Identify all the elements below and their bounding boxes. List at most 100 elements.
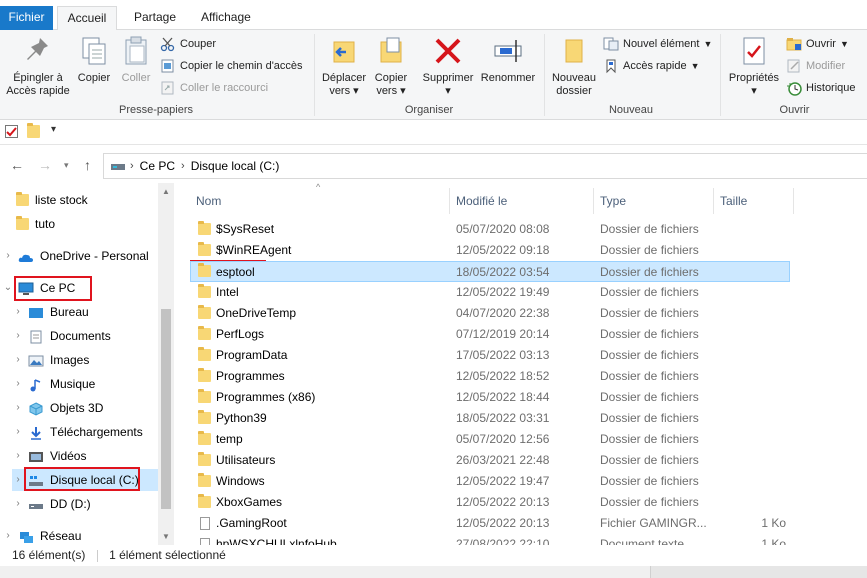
nav-item-liste-stock[interactable]: liste stock — [16, 189, 88, 211]
horizontal-scrollbar[interactable] — [0, 566, 867, 578]
text-file-icon — [200, 538, 210, 545]
up-arrow-icon[interactable]: ↑ — [84, 157, 91, 173]
file-row[interactable]: ProgramData 17/05/2022 03:13 Dossier de … — [190, 345, 790, 366]
chevron-right-icon[interactable]: › — [12, 325, 24, 347]
file-row[interactable]: $SysReset 05/07/2020 08:08 Dossier de fi… — [190, 219, 790, 240]
nav-item-dd-d[interactable]: › DD (D:) — [12, 493, 90, 515]
nav-item-bureau[interactable]: › Bureau — [12, 301, 88, 323]
file-row[interactable]: Programmes (x86) 12/05/2022 18:44 Dossie… — [190, 387, 790, 408]
open-group-label: Ouvrir — [779, 104, 810, 116]
edit-button[interactable]: Modifier — [786, 56, 845, 76]
file-row[interactable]: XboxGames 12/05/2022 20:13 Dossier de fi… — [190, 492, 790, 513]
file-row[interactable]: Utilisateurs 26/03/2021 22:48 Dossier de… — [190, 450, 790, 471]
nav-item-documents[interactable]: › Documents — [12, 325, 111, 347]
tab-share[interactable]: Partage — [124, 6, 186, 30]
column-header-size[interactable]: Taille — [714, 188, 794, 214]
folder-icon — [198, 494, 211, 508]
chevron-right-icon[interactable]: › — [12, 349, 24, 371]
rename-button[interactable]: Renommer — [478, 32, 538, 85]
file-row[interactable]: PerfLogs 07/12/2019 20:14 Dossier de fic… — [190, 324, 790, 345]
cut-button[interactable]: Couper — [160, 34, 216, 54]
chevron-right-icon[interactable]: › — [2, 245, 14, 267]
copy-path-button[interactable]: Copier le chemin d'accès — [160, 56, 303, 76]
delete-button[interactable]: Supprimer ▾ — [418, 32, 478, 98]
chevron-down-icon: ▾ — [353, 85, 359, 97]
history-button[interactable]: Historique — [786, 78, 856, 98]
nav-item-videos[interactable]: › Vidéos — [12, 445, 86, 467]
recent-locations-chevron-icon[interactable]: ▾ — [64, 160, 69, 171]
nav-label: liste stock — [35, 193, 88, 207]
chevron-right-icon[interactable]: › — [12, 469, 24, 491]
chevron-right-icon[interactable]: › — [12, 421, 24, 443]
open-button[interactable]: Ouvrir ▼ — [786, 34, 849, 54]
file-date: 18/05/2022 03:54 — [456, 265, 550, 279]
file-row[interactable]: Windows 12/05/2022 19:47 Dossier de fich… — [190, 471, 790, 492]
copy-to-button[interactable]: Copier vers ▾ — [370, 32, 412, 98]
back-arrow-icon[interactable]: ← — [10, 157, 24, 173]
status-separator — [96, 549, 98, 562]
file-size: 1 Ko — [761, 516, 786, 530]
chevron-down-icon[interactable]: ⌄ — [2, 277, 14, 299]
column-header-type[interactable]: Type — [594, 188, 714, 214]
chevron-down-icon: ▼ — [839, 39, 849, 49]
forward-arrow-icon[interactable]: → — [38, 157, 52, 173]
folder-icon — [198, 221, 211, 235]
file-name: temp — [216, 432, 243, 446]
chevron-right-icon[interactable]: › — [12, 493, 24, 515]
file-row[interactable]: Programmes 12/05/2022 18:52 Dossier de f… — [190, 366, 790, 387]
nav-item-telechargements[interactable]: › Téléchargements — [12, 421, 143, 443]
chevron-right-icon[interactable]: › — [12, 445, 24, 467]
chevron-right-icon[interactable]: › — [130, 160, 134, 172]
nav-item-musique[interactable]: › Musique — [12, 373, 95, 395]
file-type: Dossier de fichiers — [600, 474, 699, 488]
nav-item-onedrive[interactable]: › OneDrive - Personal — [2, 245, 148, 267]
chevron-right-icon[interactable]: › — [2, 525, 14, 545]
copy-path-icon — [160, 58, 176, 74]
properties-qat-icon[interactable] — [5, 125, 18, 138]
scroll-down-icon[interactable]: ▼ — [158, 532, 174, 541]
nav-item-tuto[interactable]: tuto — [16, 213, 55, 235]
breadcrumb-this-pc[interactable]: Ce PC — [140, 159, 175, 173]
scrollbar-thumb[interactable] — [161, 309, 171, 509]
pin-quick-access-button[interactable]: Épingler à Accès rapide — [2, 32, 74, 98]
copy-button[interactable]: Copier — [74, 32, 114, 85]
tab-file[interactable]: Fichier — [0, 6, 53, 30]
column-header-date[interactable]: Modifié le — [450, 188, 594, 214]
customize-qat-icon[interactable]: ▾ — [51, 124, 56, 135]
file-row[interactable]: hpWSXCHULxlnfoHub 27/08/2022 22:10 Docum… — [190, 534, 790, 545]
nav-item-objets-3d[interactable]: › Objets 3D — [12, 397, 103, 419]
move-to-button[interactable]: Déplacer vers ▾ — [318, 32, 370, 98]
nav-item-images[interactable]: › Images — [12, 349, 89, 371]
file-row[interactable]: temp 05/07/2020 12:56 Dossier de fichier… — [190, 429, 790, 450]
file-row[interactable]: .GamingRoot 12/05/2022 20:13 Fichier GAM… — [190, 513, 790, 534]
paste-shortcut-button[interactable]: Coller le raccourci — [160, 78, 268, 98]
breadcrumb-drive[interactable]: Disque local (C:) — [191, 159, 280, 173]
file-date: 12/05/2022 20:13 — [456, 516, 550, 530]
new-folder-qat-icon[interactable] — [27, 123, 40, 138]
nav-item-network[interactable]: › Réseau — [2, 525, 81, 545]
folder-icon — [198, 263, 211, 277]
chevron-right-icon[interactable]: › — [12, 397, 24, 419]
file-row[interactable]: Python39 18/05/2022 03:31 Dossier de fic… — [190, 408, 790, 429]
navigation-pane-scrollbar[interactable]: ▲ ▼ — [158, 183, 174, 545]
file-row[interactable]: OneDriveTemp 04/07/2020 22:38 Dossier de… — [190, 303, 790, 324]
chevron-right-icon[interactable]: › — [12, 373, 24, 395]
properties-button[interactable]: Propriétés ▾ — [724, 32, 784, 98]
address-bar[interactable]: › Ce PC › Disque local (C:) — [103, 153, 867, 179]
chevron-right-icon[interactable]: › — [181, 160, 185, 172]
column-divider[interactable] — [793, 188, 794, 214]
tab-home[interactable]: Accueil — [57, 6, 117, 31]
nav-label: Musique — [50, 377, 96, 391]
file-row-selected[interactable]: esptool 18/05/2022 03:54 Dossier de fich… — [190, 261, 790, 282]
easy-access-button[interactable]: Accès rapide ▼ — [603, 56, 700, 76]
chevron-down-icon: ▾ — [445, 85, 451, 97]
file-row[interactable]: $WinREAgent 12/05/2022 09:18 Dossier de … — [190, 240, 790, 261]
new-item-button[interactable]: Nouvel élément ▼ — [603, 34, 712, 54]
chevron-right-icon[interactable]: › — [12, 301, 24, 323]
scroll-up-icon[interactable]: ▲ — [158, 187, 174, 196]
file-date: 12/05/2022 20:13 — [456, 495, 550, 509]
tab-view[interactable]: Affichage — [191, 6, 261, 30]
paste-button[interactable]: Coller — [116, 32, 156, 85]
new-folder-button[interactable]: Nouveau dossier — [548, 32, 600, 98]
file-row[interactable]: Intel 12/05/2022 19:49 Dossier de fichie… — [190, 282, 790, 303]
